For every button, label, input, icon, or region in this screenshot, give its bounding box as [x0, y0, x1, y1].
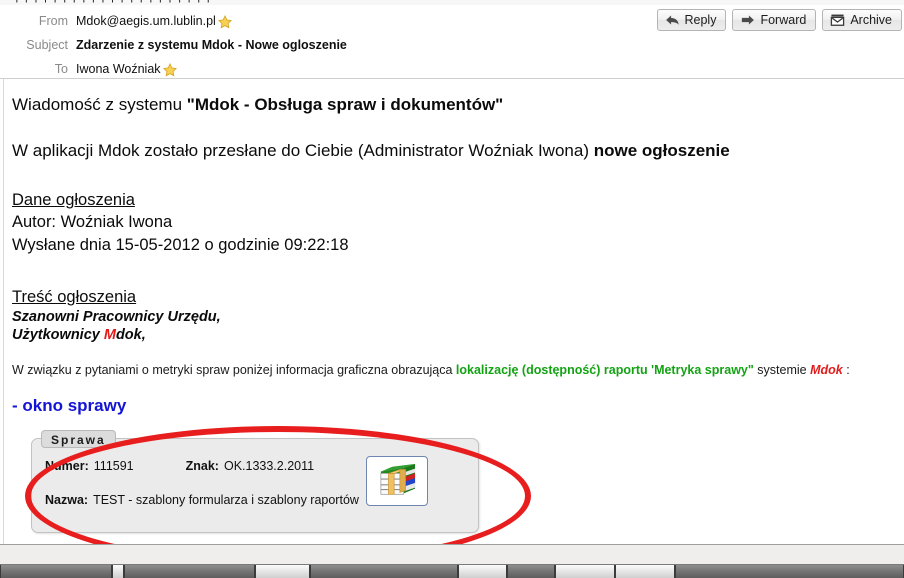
- taskbar: [0, 564, 904, 578]
- sprawa-row-nazwa: Nazwa: TEST - szablony formularza i szab…: [45, 492, 359, 509]
- graphic-info-part2: systemie: [753, 363, 811, 377]
- tresc-line-2-suffix: dok,: [115, 327, 146, 343]
- reply-button[interactable]: Reply: [656, 9, 727, 31]
- nazwa-label: Nazwa:: [45, 493, 89, 507]
- taskbar-item[interactable]: [615, 565, 675, 578]
- from-value-wrap: Mdok@aegis.um.lublin.pl: [76, 14, 232, 29]
- section-dane-title: Dane ogłoszenia: [12, 191, 135, 209]
- taskbar-item[interactable]: [675, 565, 904, 578]
- intro-line-2-prefix: W aplikacji Mdok zostało przesłane do Ci…: [12, 141, 594, 160]
- status-bar: [0, 544, 904, 564]
- taskbar-item[interactable]: [458, 565, 507, 578]
- section-dane-sent: Wysłane dnia 15-05-2012 o godzinie 09:22…: [12, 236, 349, 254]
- taskbar-item[interactable]: [124, 565, 255, 578]
- to-value-wrap: Iwona Woźniak: [76, 62, 177, 77]
- taskbar-item[interactable]: [112, 565, 124, 578]
- znak-value: OK.1333.2.2011: [223, 459, 315, 473]
- taskbar-item[interactable]: [310, 565, 458, 578]
- reply-arrow-icon: [665, 13, 680, 27]
- subject-label: Subject: [26, 38, 68, 52]
- section-tresc-line-2: Użytkownicy Mdok,: [12, 326, 898, 344]
- archive-button[interactable]: Archive: [822, 9, 902, 31]
- taskbar-item[interactable]: [255, 565, 310, 578]
- message-toolbar: Reply Forward Archive: [656, 9, 902, 31]
- archive-envelope-icon: [830, 13, 845, 27]
- intro-line-1-prefix: Wiadomość z systemu: [12, 95, 187, 114]
- to-label: To: [54, 62, 68, 76]
- znak-label: Znak:: [185, 459, 219, 473]
- intro-line-1-bold: "Mdok - Obsługa spraw i dokumentów": [186, 95, 504, 114]
- intro-line-2: W aplikacji Mdok zostało przesłane do Ci…: [12, 140, 898, 162]
- sprawa-row-numer-znak: Numer: 111591 Znak: OK.1333.2.2011: [45, 458, 359, 475]
- numer-label: Numer:: [45, 459, 89, 473]
- header-row-to: To Iwona Woźniak: [0, 58, 904, 80]
- subject-value: Zdarzenie z systemu Mdok - Nowe ogloszen…: [76, 38, 347, 52]
- sprawa-tab[interactable]: Sprawa: [41, 430, 116, 448]
- tresc-line-2-prefix: Użytkownicy: [12, 327, 104, 343]
- to-recipient[interactable]: Iwona Woźniak: [76, 62, 161, 76]
- section-tresc-title: Treść ogłoszenia: [12, 288, 137, 306]
- sprawa-screenshot: Sprawa Numer: 111591 Znak: OK.1333.2.201…: [25, 426, 531, 544]
- archive-books-icon: [380, 463, 416, 495]
- intro-line-2-bold: nowe ogłoszenie: [593, 141, 730, 160]
- forward-label: Forward: [760, 13, 807, 27]
- forward-arrow-icon: [740, 13, 755, 27]
- clipped-top-text: d p p p p p p p p p p p p p p p p p p p …: [6, 0, 213, 3]
- mail-header: From Mdok@aegis.um.lublin.pl Subject Zda…: [0, 5, 904, 79]
- body-left-divider: [3, 79, 4, 544]
- forward-button[interactable]: Forward: [732, 9, 817, 31]
- graphic-info-end: :: [842, 363, 850, 377]
- from-label: From: [38, 14, 68, 28]
- section-tresc-line-1: Szanowni Pracownicy Urzędu,: [12, 309, 221, 325]
- intro-line-1: Wiadomość z systemu "Mdok - Obsługa spra…: [12, 94, 898, 116]
- star-icon[interactable]: [162, 63, 177, 77]
- nazwa-value: TEST - szablony formularza i szablony ra…: [93, 493, 359, 507]
- mdok-red-initial: M: [103, 327, 116, 343]
- numer-value: 111591: [93, 459, 134, 473]
- message-body: Wiadomość z systemu "Mdok - Obsługa spra…: [0, 79, 904, 544]
- graphic-info-mdok: Mdok: [810, 363, 843, 377]
- taskbar-item[interactable]: [555, 565, 615, 578]
- graphic-info-green-highlight: lokalizację (dostępność) raportu 'Metryk…: [455, 363, 754, 377]
- okno-sprawy-heading: - okno sprawy: [12, 396, 127, 415]
- sprawa-fields: Numer: 111591 Znak: OK.1333.2.2011 Nazwa…: [45, 458, 359, 509]
- from-address[interactable]: Mdok@aegis.um.lublin.pl: [76, 14, 216, 28]
- archive-label: Archive: [850, 13, 892, 27]
- taskbar-item[interactable]: [0, 565, 112, 578]
- reply-label: Reply: [684, 13, 717, 27]
- section-dane-author: Autor: Woźniak Iwona: [12, 213, 173, 231]
- header-row-subject: Subject Zdarzenie z systemu Mdok - Nowe …: [0, 34, 904, 56]
- star-icon[interactable]: [217, 15, 232, 29]
- graphic-info-paragraph: W związku z pytaniami o metryki spraw po…: [12, 362, 898, 378]
- graphic-info-part1: W związku z pytaniami o metryki spraw po…: [12, 363, 456, 377]
- taskbar-item[interactable]: [507, 565, 555, 578]
- archive-books-icon-button[interactable]: [366, 456, 428, 506]
